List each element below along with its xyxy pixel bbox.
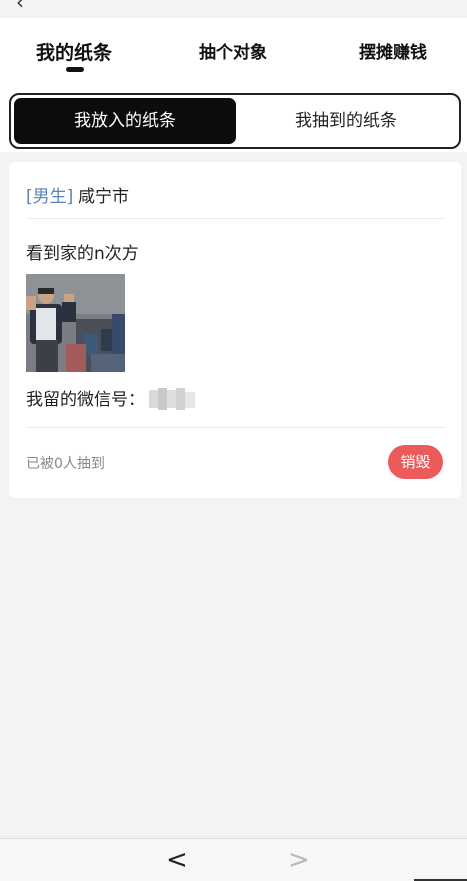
note-card: [男生] 咸宁市 看到家的n次方 我留的微信号： 已被0人抽到 销毁 [9,162,461,498]
city-label: 咸宁市 [78,187,129,207]
note-photo[interactable] [26,274,125,372]
divider [26,218,446,219]
segmented-control: 我放入的纸条 我抽到的纸条 [9,93,461,149]
wechat-label: 我留的微信号： [26,390,145,410]
browser-bottom-nav: < > [0,838,467,881]
tab-my-notes[interactable]: 我的纸条 [36,38,112,65]
chevron-right-icon[interactable]: > [288,845,310,875]
chevron-left-icon[interactable]: < [166,845,188,875]
note-message: 看到家的n次方 [26,244,139,264]
wechat-id-blurred [149,388,199,410]
drawn-count-text: 已被0人抽到 [26,456,105,472]
tab-stall-earn[interactable]: 摆摊赚钱 [359,38,427,63]
destroy-button[interactable]: 销毁 [388,445,443,479]
photo-image [26,274,125,372]
gender-tag: [男生] [26,187,74,207]
divider [26,427,446,428]
active-tab-indicator [66,67,84,72]
blurred-text [149,388,195,410]
top-bar: ‹ [0,0,467,18]
segment-notes-drawn[interactable]: 我抽到的纸条 [236,98,456,144]
tab-draw-partner[interactable]: 抽个对象 [199,38,267,63]
segment-notes-put-in[interactable]: 我放入的纸条 [14,98,236,144]
tab-bar: 我的纸条 抽个对象 摆摊赚钱 [0,18,467,82]
chevron-left-icon[interactable]: ‹ [16,0,24,14]
segmented-control-wrap: 我放入的纸条 我抽到的纸条 [0,82,467,152]
page: ‹ 我的纸条 抽个对象 摆摊赚钱 我放入的纸条 我抽到的纸条 [男生] 咸宁市 … [0,0,467,881]
